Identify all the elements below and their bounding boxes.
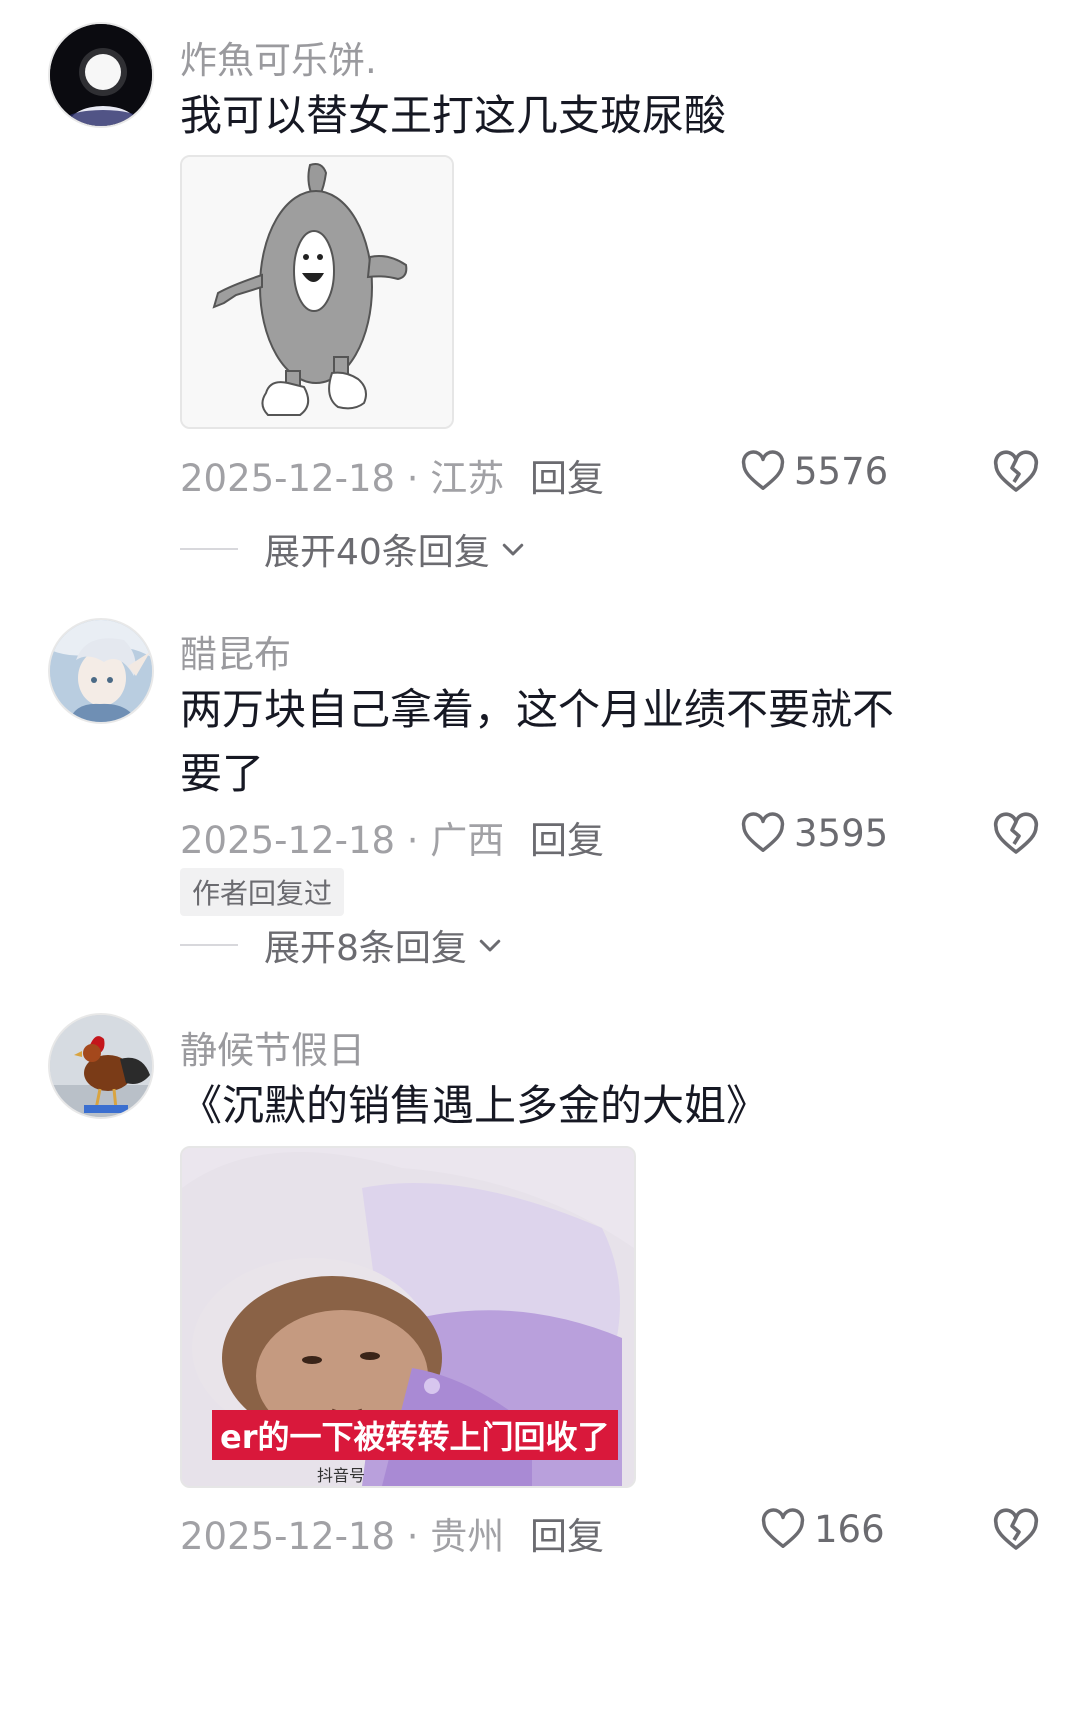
like-count: 166 xyxy=(814,1507,885,1551)
username[interactable]: 炸魚可乐饼. xyxy=(180,30,377,84)
like-count: 3595 xyxy=(794,811,889,855)
like-button[interactable]: 3595 xyxy=(740,810,888,856)
comment-meta: 2025-12-18 · 广西 回复 3595 xyxy=(180,810,1040,862)
comment-date-location: 2025-12-18 · 贵州 xyxy=(180,1515,505,1558)
expand-replies-label: 展开40条回复 xyxy=(264,532,490,573)
avatar[interactable] xyxy=(48,1013,154,1119)
reply-button[interactable]: 回复 xyxy=(530,1506,604,1560)
broken-heart-icon[interactable] xyxy=(992,810,1040,858)
expand-replies-button[interactable]: 展开40条回复 xyxy=(180,524,528,574)
comment-text: 两万块自己拿着，这个月业绩不要就不要了 xyxy=(180,685,895,798)
like-count: 5576 xyxy=(794,449,889,493)
chevron-down-icon xyxy=(479,939,501,952)
comment-meta: 2025-12-18 · 江苏 回复 5576 xyxy=(180,448,1040,500)
divider-line xyxy=(180,548,238,550)
heart-outline-icon xyxy=(741,812,785,852)
avatar[interactable] xyxy=(48,618,154,724)
comment-image[interactable]: er的一下被转转上门回收了 抖音号 xyxy=(180,1146,636,1488)
username[interactable]: 静候节假日 xyxy=(180,1020,365,1074)
divider-line xyxy=(180,944,238,946)
broken-heart-icon[interactable] xyxy=(992,1506,1040,1554)
comment-image[interactable] xyxy=(180,155,454,429)
comment-meta: 2025-12-18 · 贵州 回复 166 xyxy=(180,1506,1040,1558)
broken-heart-icon[interactable] xyxy=(992,448,1040,496)
image-watermark: 抖音号 xyxy=(317,1466,366,1485)
image-caption: er的一下被转转上门回收了 xyxy=(212,1410,618,1460)
username[interactable]: 醋昆布 xyxy=(180,624,291,678)
chevron-down-icon xyxy=(502,543,524,556)
avatar[interactable] xyxy=(48,22,154,128)
comment-date-location: 2025-12-18 · 江苏 xyxy=(180,457,505,500)
comment-text: 我可以替女王打这几支玻尿酸 xyxy=(180,91,727,140)
reply-button[interactable]: 回复 xyxy=(530,810,604,864)
comment-date-location: 2025-12-18 · 广西 xyxy=(180,819,505,862)
expand-replies-label: 展开8条回复 xyxy=(264,928,467,969)
expand-replies-button[interactable]: 展开8条回复 xyxy=(180,920,505,970)
like-button[interactable]: 5576 xyxy=(740,448,888,494)
author-replied-badge: 作者回复过 xyxy=(180,868,345,916)
heart-outline-icon xyxy=(761,1508,805,1548)
reply-button[interactable]: 回复 xyxy=(530,448,604,502)
heart-outline-icon xyxy=(741,450,785,490)
comment-text: 《沉默的销售遇上多金的大姐》 xyxy=(180,1081,769,1130)
like-button[interactable]: 166 xyxy=(760,1506,885,1552)
